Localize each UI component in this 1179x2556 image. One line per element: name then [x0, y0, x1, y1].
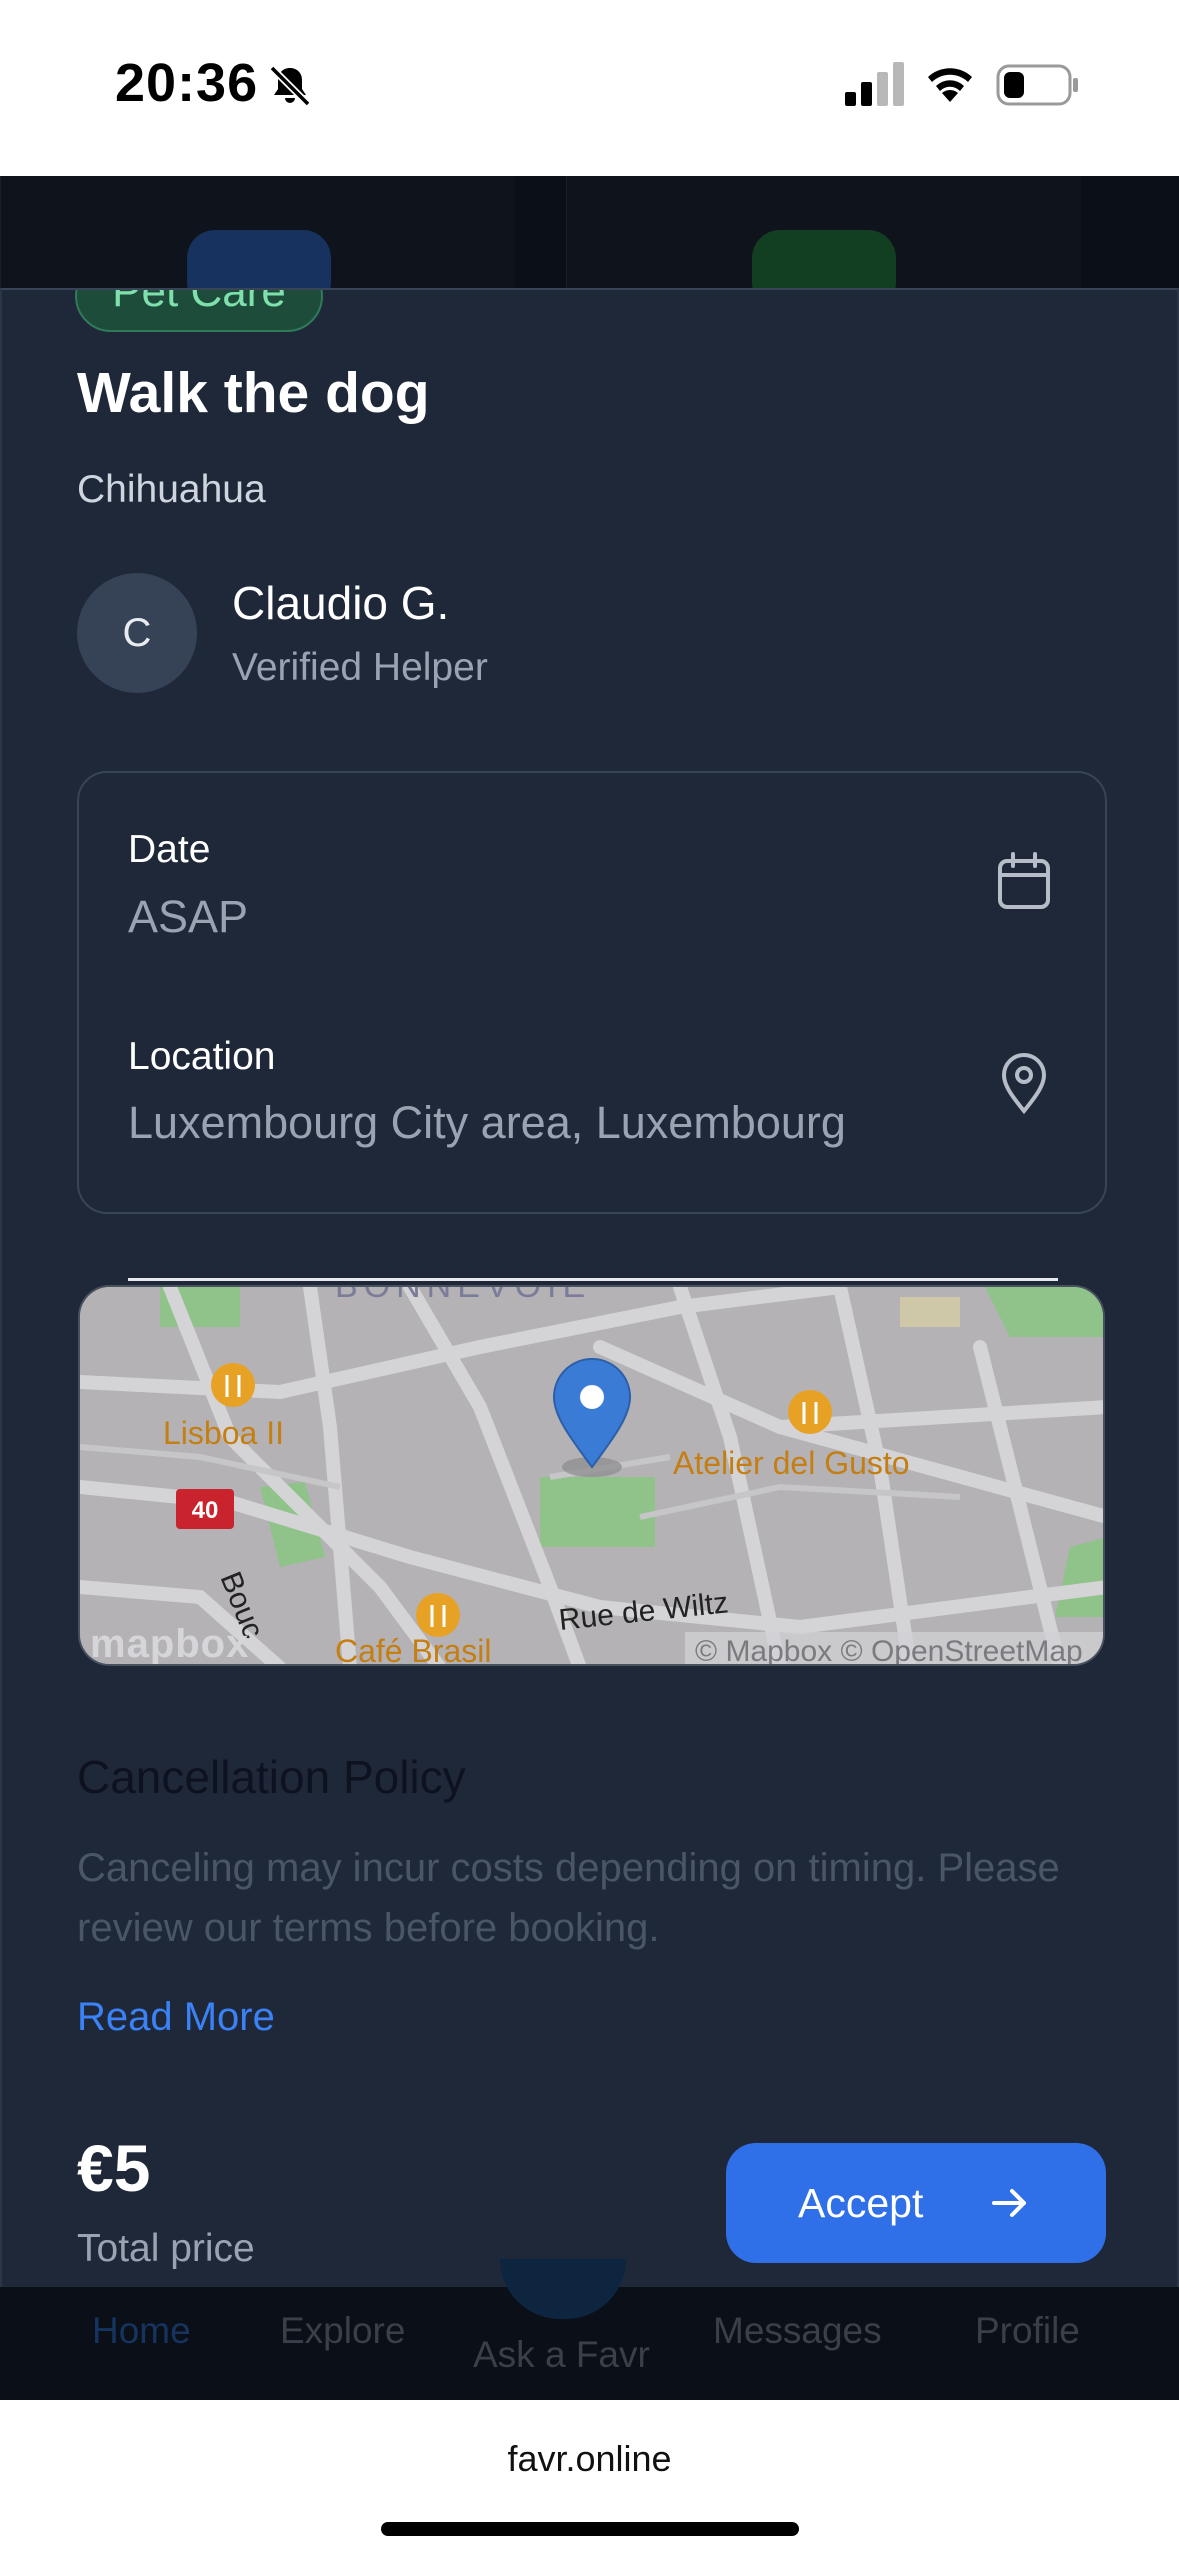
- arrow-right-icon: [992, 2189, 1026, 2217]
- location-pin-icon[interactable]: [999, 1053, 1049, 1115]
- status-time: 20:36: [115, 53, 259, 113]
- read-more-link[interactable]: Read More: [77, 1995, 275, 2040]
- total-price-label: Total price: [77, 2227, 255, 2270]
- date-label: Date: [128, 828, 211, 871]
- location-label: Location: [128, 1035, 276, 1078]
- avatar[interactable]: C: [77, 573, 197, 693]
- bottom-nav: Home Explore Ask a Favr Messages Profile: [0, 2259, 1179, 2400]
- task-detail-sheet: Pet Care Walk the dog Chihuahua C Claudi…: [0, 288, 1179, 2287]
- accept-button[interactable]: Accept: [726, 2143, 1106, 2263]
- nav-explore[interactable]: Explore: [280, 2310, 405, 2352]
- wifi-icon: [928, 68, 972, 102]
- policy-title: Cancellation Policy: [77, 1751, 466, 1803]
- location-value[interactable]: Luxembourg City area, Luxembourg: [128, 1097, 846, 1149]
- nav-ask-favr[interactable]: Ask a Favr: [473, 2334, 650, 2376]
- ask-favr-fab[interactable]: [500, 2259, 626, 2319]
- task-subtitle: Chihuahua: [77, 468, 266, 511]
- route-shield-label: 40: [192, 1497, 219, 1524]
- total-price: €5: [77, 2131, 151, 2205]
- policy-text: Canceling may incur costs depending on t…: [77, 1846, 1060, 1950]
- home-indicator[interactable]: [381, 2522, 799, 2536]
- accept-button-label: Accept: [798, 2180, 924, 2226]
- nav-messages[interactable]: Messages: [713, 2310, 882, 2352]
- map-poi-label: Lisboa II: [163, 1415, 284, 1451]
- url-bar[interactable]: favr.online: [0, 2438, 1179, 2480]
- category-badge: Pet Care: [75, 290, 323, 332]
- map-attribution[interactable]: © Mapbox © OpenStreetMap: [685, 1632, 1103, 1664]
- bell-slash-icon: [269, 65, 311, 107]
- map-poi-label: Café Brasil: [335, 1633, 492, 1666]
- helper-name[interactable]: Claudio G.: [232, 576, 449, 630]
- mapbox-logo: mapbox: [90, 1622, 250, 1666]
- browser-bar: favr.online: [0, 2400, 1179, 2556]
- nav-profile[interactable]: Profile: [975, 2310, 1080, 2352]
- helper-role: Verified Helper: [232, 646, 488, 689]
- date-value[interactable]: ASAP: [128, 891, 248, 943]
- divider: [128, 1278, 1058, 1281]
- map-canvas: 40 BONNEVOIE Lisboa II Atelier del Gusto…: [80, 1287, 1103, 1666]
- battery-icon: [996, 64, 1078, 106]
- location-map[interactable]: 40 BONNEVOIE Lisboa II Atelier del Gusto…: [78, 1285, 1105, 1666]
- nav-home[interactable]: Home: [92, 2310, 191, 2352]
- map-poi-label: Atelier del Gusto: [673, 1445, 910, 1481]
- cellular-signal-icon: [845, 62, 904, 106]
- task-title: Walk the dog: [77, 361, 430, 425]
- calendar-icon[interactable]: [996, 851, 1052, 911]
- task-info-card: Date ASAP Location Luxembourg City area,…: [77, 771, 1107, 1281]
- status-bar: 20:36: [0, 0, 1179, 176]
- map-district-label: BONNEVOIE: [335, 1287, 591, 1305]
